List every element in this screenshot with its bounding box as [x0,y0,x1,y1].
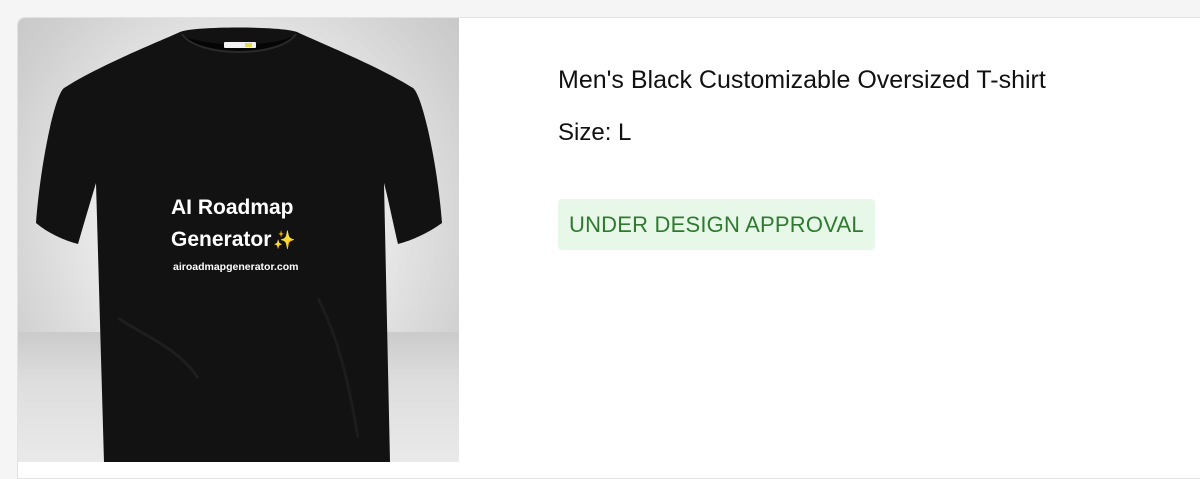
product-size: Size: L [558,119,632,146]
print-line-2-text: Generator [171,228,272,251]
product-title[interactable]: Men's Black Customizable Oversized T-shi… [558,66,1046,95]
print-line-1: AI Roadmap [171,196,294,219]
product-info: Men's Black Customizable Oversized T-shi… [558,66,1046,250]
sparkle-icon: ✨ [273,230,296,250]
status-badge: UNDER DESIGN APPROVAL [558,199,875,250]
product-image[interactable]: AI Roadmap Generator ✨ airoadmapgenerator… [18,18,459,462]
print-url: airoadmapgenerator.com [173,261,299,273]
print-line-2: Generator ✨ [171,228,296,252]
order-item-card: AI Roadmap Generator ✨ airoadmapgenerator… [17,17,1200,479]
